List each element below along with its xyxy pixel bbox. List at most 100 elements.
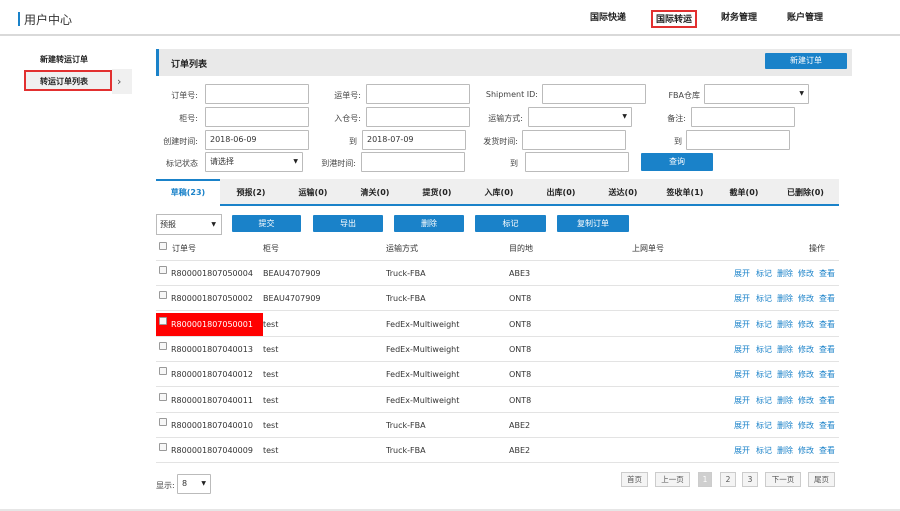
mark-button[interactable]: 标记 <box>475 215 546 232</box>
fba-warehouse-select[interactable] <box>704 84 809 104</box>
inbound-no-input[interactable] <box>366 107 470 127</box>
order-no-cell[interactable]: R800001807040011 <box>171 394 253 408</box>
nav-international-express[interactable]: 国际快递 <box>587 10 629 28</box>
row-checkbox[interactable] <box>159 418 167 426</box>
order-no-cell[interactable]: R800001807040012 <box>171 368 253 382</box>
mark-link[interactable]: 标记 <box>756 419 772 433</box>
order-no-cell[interactable]: R800001807040009 <box>171 444 253 458</box>
row-checkbox[interactable] <box>159 342 167 350</box>
delete-link[interactable]: 删除 <box>777 292 793 306</box>
edit-link[interactable]: 修改 <box>798 343 814 357</box>
pager-page-1[interactable]: 1 <box>698 472 712 487</box>
transport-mode-select[interactable] <box>528 107 632 127</box>
row-checkbox[interactable] <box>159 317 167 325</box>
tab-intercepted[interactable]: 截单(0) <box>716 179 772 206</box>
tab-transport[interactable]: 运输(0) <box>282 179 344 206</box>
delete-link[interactable]: 删除 <box>777 343 793 357</box>
sidebar-item-transfer-order-list[interactable]: 转运订单列表 <box>24 70 112 91</box>
view-link[interactable]: 查看 <box>819 394 835 408</box>
tab-draft[interactable]: 草稿(23) <box>156 179 220 206</box>
view-link[interactable]: 查看 <box>819 419 835 433</box>
mark-link[interactable]: 标记 <box>756 368 772 382</box>
tab-delivered[interactable]: 送达(0) <box>592 179 654 206</box>
arrive-to-input[interactable] <box>525 152 629 172</box>
expand-link[interactable]: 展开 <box>734 292 750 306</box>
mark-link[interactable]: 标记 <box>756 444 772 458</box>
pager-first[interactable]: 首页 <box>621 472 648 487</box>
row-checkbox[interactable] <box>159 393 167 401</box>
view-link[interactable]: 查看 <box>819 444 835 458</box>
expand-link[interactable]: 展开 <box>734 343 750 357</box>
tab-deleted[interactable]: 已删除(0) <box>772 179 839 206</box>
tab-inbound[interactable]: 入库(0) <box>468 179 530 206</box>
edit-link[interactable]: 修改 <box>798 444 814 458</box>
mark-link[interactable]: 标记 <box>756 318 772 332</box>
expand-link[interactable]: 展开 <box>734 419 750 433</box>
remark-input[interactable] <box>691 107 795 127</box>
tab-signed[interactable]: 签收单(1) <box>654 179 716 206</box>
expand-link[interactable]: 展开 <box>734 267 750 281</box>
view-link[interactable]: 查看 <box>819 343 835 357</box>
edit-link[interactable]: 修改 <box>798 368 814 382</box>
waybill-no-input[interactable] <box>366 84 470 104</box>
sidebar-item-new-transfer-order[interactable]: 新建转运订单 <box>24 50 140 71</box>
delete-link[interactable]: 删除 <box>777 419 793 433</box>
edit-link[interactable]: 修改 <box>798 419 814 433</box>
arrive-from-input[interactable] <box>361 152 465 172</box>
query-button[interactable]: 查询 <box>641 153 713 171</box>
row-checkbox[interactable] <box>159 367 167 375</box>
mark-link[interactable]: 标记 <box>756 343 772 357</box>
row-checkbox[interactable] <box>159 291 167 299</box>
order-no-cell[interactable]: R800001807040013 <box>171 343 253 357</box>
view-link[interactable]: 查看 <box>819 318 835 332</box>
pager-prev[interactable]: 上一页 <box>655 472 690 487</box>
nav-international-transfer[interactable]: 国际转运 <box>651 10 698 28</box>
nav-account[interactable]: 账户管理 <box>784 10 826 28</box>
edit-link[interactable]: 修改 <box>798 267 814 281</box>
page-size-select[interactable]: 8 <box>177 474 211 494</box>
view-link[interactable]: 查看 <box>819 267 835 281</box>
batch-status-select[interactable]: 预报 <box>156 214 222 235</box>
edit-link[interactable]: 修改 <box>798 292 814 306</box>
new-order-button[interactable]: 新建订单 <box>765 53 847 69</box>
edit-link[interactable]: 修改 <box>798 318 814 332</box>
pager-next[interactable]: 下一页 <box>765 472 801 487</box>
expand-link[interactable]: 展开 <box>734 394 750 408</box>
tab-forecast[interactable]: 预报(2) <box>220 179 282 206</box>
cabinet-no-input[interactable] <box>205 107 309 127</box>
nav-finance[interactable]: 财务管理 <box>718 10 760 28</box>
pager-last[interactable]: 尾页 <box>808 472 835 487</box>
view-link[interactable]: 查看 <box>819 368 835 382</box>
delete-link[interactable]: 删除 <box>777 318 793 332</box>
mark-link[interactable]: 标记 <box>756 267 772 281</box>
shipment-id-input[interactable] <box>542 84 646 104</box>
expand-link[interactable]: 展开 <box>734 444 750 458</box>
delete-button[interactable]: 删除 <box>394 215 464 232</box>
tab-outbound[interactable]: 出库(0) <box>530 179 592 206</box>
order-no-cell[interactable]: R800001807050001 <box>171 318 253 332</box>
row-checkbox[interactable] <box>159 443 167 451</box>
export-button[interactable]: 导出 <box>313 215 383 232</box>
order-no-input[interactable] <box>205 84 309 104</box>
pager-page-2[interactable]: 2 <box>720 472 736 487</box>
mark-link[interactable]: 标记 <box>756 292 772 306</box>
submit-button[interactable]: 提交 <box>232 215 301 232</box>
created-to-input[interactable]: 2018-07-09 <box>362 130 466 150</box>
order-no-cell[interactable]: R800001807050002 <box>171 292 253 306</box>
created-from-input[interactable]: 2018-06-09 <box>205 130 309 150</box>
edit-link[interactable]: 修改 <box>798 394 814 408</box>
delete-link[interactable]: 删除 <box>777 394 793 408</box>
copy-order-button[interactable]: 复制订单 <box>557 215 629 232</box>
delete-link[interactable]: 删除 <box>777 267 793 281</box>
view-link[interactable]: 查看 <box>819 292 835 306</box>
mark-status-select[interactable]: 请选择 <box>205 152 303 172</box>
order-no-cell[interactable]: R800001807050004 <box>171 267 253 281</box>
ship-from-input[interactable] <box>522 130 626 150</box>
mark-link[interactable]: 标记 <box>756 394 772 408</box>
select-all-checkbox[interactable] <box>159 242 167 250</box>
row-checkbox[interactable] <box>159 266 167 274</box>
delete-link[interactable]: 删除 <box>777 444 793 458</box>
expand-link[interactable]: 展开 <box>734 318 750 332</box>
delete-link[interactable]: 删除 <box>777 368 793 382</box>
tab-pickup[interactable]: 提货(0) <box>406 179 468 206</box>
